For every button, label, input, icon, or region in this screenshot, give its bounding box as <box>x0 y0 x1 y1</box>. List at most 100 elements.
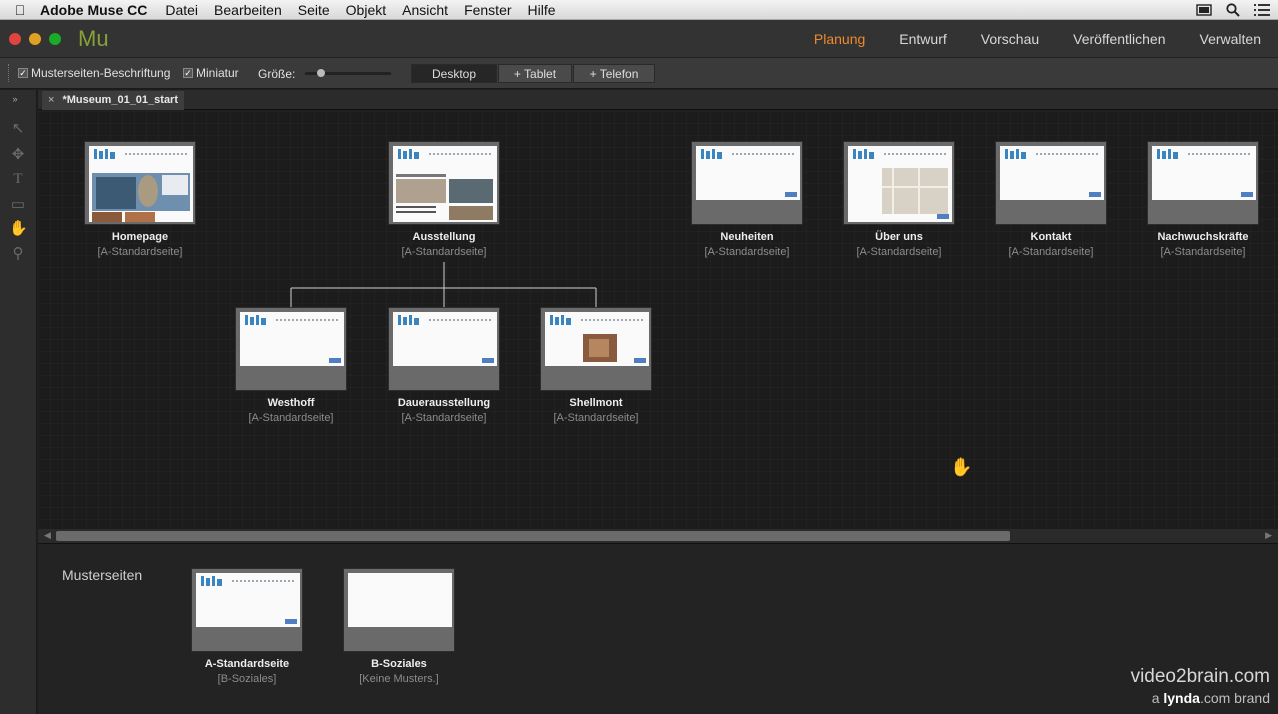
site-logo-icon <box>1155 149 1181 161</box>
text-tool-icon[interactable]: T <box>9 170 27 188</box>
page-card-shellmont[interactable]: Shellmont [A-Standardseite] <box>540 307 652 424</box>
zoom-tool-icon[interactable]: ⚲ <box>9 245 27 263</box>
zoom-window-button[interactable] <box>49 33 61 45</box>
site-logo-icon <box>199 576 225 588</box>
plan-canvas[interactable]: Homepage [A-Standardseite] Ausstellung [… <box>38 111 1278 529</box>
page-master: [A-Standardseite] <box>1160 246 1246 258</box>
tool-panel: » ↖ ✥ T ▭ ✋ ⚲ <box>0 90 37 714</box>
master-pages-title: Musterseiten <box>62 567 143 583</box>
page-thumbnail[interactable] <box>843 141 955 225</box>
crop-tool-icon[interactable]: ✥ <box>9 146 27 164</box>
mode-verwalten[interactable]: Verwalten <box>1183 20 1278 58</box>
page-thumbnail[interactable] <box>995 141 1107 225</box>
selection-tool-icon[interactable]: ↖ <box>9 120 27 138</box>
mode-veroeffentlichen[interactable]: Veröffentlichen <box>1056 20 1182 58</box>
thumbnail-preview <box>696 146 800 200</box>
page-name: Dauerausstellung <box>397 397 491 409</box>
hand-tool-icon[interactable]: ✋ <box>9 220 28 238</box>
nav-preview <box>429 319 491 321</box>
scroll-left-icon[interactable]: ◀ <box>44 530 51 541</box>
page-thumbnail[interactable] <box>1147 141 1259 225</box>
menu-seite[interactable]: Seite <box>298 2 330 18</box>
size-slider[interactable] <box>305 69 391 77</box>
nav-preview <box>581 319 643 321</box>
screen-mirror-icon[interactable] <box>1196 3 1212 17</box>
social-icons <box>285 619 297 624</box>
page-thumbnail[interactable] <box>691 141 803 225</box>
mode-entwurf[interactable]: Entwurf <box>882 20 963 58</box>
page-card-homepage[interactable]: Homepage [A-Standardseite] <box>84 141 196 258</box>
page-name: Homepage <box>111 231 169 243</box>
thumbnail-preview <box>393 146 497 222</box>
close-window-button[interactable] <box>9 33 21 45</box>
brand-watermark: video2brain.com <box>1130 666 1270 687</box>
menu-bearbeiten[interactable]: Bearbeiten <box>214 2 282 18</box>
page-name: Shellmont <box>569 397 623 409</box>
master-labels-checkbox[interactable]: ✓ Musterseiten-Beschriftung <box>18 66 170 80</box>
mode-planung[interactable]: Planung <box>797 20 882 58</box>
page-name: Westhoff <box>267 397 315 409</box>
master-card-b-soziales[interactable]: B-Soziales [Keine Musters.] <box>343 568 455 685</box>
master-card-a-standardseite[interactable]: A-Standardseite [B-Soziales] <box>191 568 303 685</box>
tab-add-phone[interactable]: + Telefon <box>573 64 655 83</box>
size-slider-handle[interactable] <box>317 69 325 77</box>
document-tab[interactable]: × *Museum_01_01_start <box>42 91 184 110</box>
master-parent: [B-Soziales] <box>217 673 277 685</box>
close-tab-icon[interactable]: × <box>48 94 54 106</box>
menu-ansicht[interactable]: Ansicht <box>402 2 448 18</box>
page-card-westhoff[interactable]: Westhoff [A-Standardseite] <box>235 307 347 424</box>
page-card-nachwuchskraefte[interactable]: Nachwuchskräfte [A-Standardseite] <box>1147 141 1259 258</box>
menu-bar:  Adobe Muse CC Datei Bearbeiten Seite O… <box>0 0 1278 20</box>
device-tabs: Desktop + Tablet + Telefon <box>411 64 656 83</box>
apple-icon[interactable]:  <box>0 2 40 18</box>
rectangle-tool-icon[interactable]: ▭ <box>9 196 27 214</box>
master-thumbnail[interactable] <box>191 568 303 652</box>
horizontal-scrollbar[interactable]: ◀ ▶ <box>38 529 1278 543</box>
page-card-ausstellung[interactable]: Ausstellung [A-Standardseite] <box>388 141 500 258</box>
minimize-window-button[interactable] <box>29 33 41 45</box>
site-logo-icon <box>1003 149 1029 161</box>
nav-preview <box>1188 153 1250 155</box>
workspace-modes: Planung Entwurf Vorschau Veröffentlichen… <box>797 20 1278 58</box>
page-master: [A-Standardseite] <box>401 246 487 258</box>
scrollbar-thumb[interactable] <box>56 531 1010 541</box>
nav-preview <box>232 580 294 582</box>
master-pages-panel: Musterseiten A-Standardseite [B-Soziales… <box>38 543 1278 714</box>
search-icon[interactable] <box>1226 3 1240 17</box>
page-thumbnail[interactable] <box>540 307 652 391</box>
image-preview <box>92 212 122 222</box>
page-name: Nachwuchskräfte <box>1157 231 1249 243</box>
menu-app-name[interactable]: Adobe Muse CC <box>40 2 147 18</box>
list-icon[interactable] <box>1254 3 1270 17</box>
master-thumbnail[interactable] <box>343 568 455 652</box>
thumbnail-preview <box>348 573 452 627</box>
brand-tagline: a lynda.com brand <box>1152 690 1270 706</box>
image-preview <box>449 179 493 203</box>
page-thumbnail[interactable] <box>84 141 196 225</box>
page-card-ueber-uns[interactable]: Über uns [A-Standardseite] <box>843 141 955 258</box>
thumbnails-checkbox[interactable]: ✓ Miniatur <box>183 66 239 80</box>
mode-vorschau[interactable]: Vorschau <box>964 20 1056 58</box>
page-thumbnail[interactable] <box>235 307 347 391</box>
page-thumbnail[interactable] <box>388 307 500 391</box>
menu-datei[interactable]: Datei <box>165 2 198 18</box>
menu-hilfe[interactable]: Hilfe <box>528 2 556 18</box>
thumbnail-preview <box>1152 146 1256 200</box>
page-name: Ausstellung <box>412 231 476 243</box>
social-icons <box>937 214 949 219</box>
page-thumbnail[interactable] <box>388 141 500 225</box>
social-icons <box>785 192 797 197</box>
checkmark-icon: ✓ <box>18 68 28 78</box>
page-card-dauerausstellung[interactable]: Dauerausstellung [A-Standardseite] <box>388 307 500 424</box>
document-tab-bar: × *Museum_01_01_start <box>38 90 1278 110</box>
panel-collapse-icon[interactable]: » <box>6 90 24 108</box>
menu-fenster[interactable]: Fenster <box>464 2 511 18</box>
page-card-kontakt[interactable]: Kontakt [A-Standardseite] <box>995 141 1107 258</box>
menu-objekt[interactable]: Objekt <box>346 2 386 18</box>
tab-desktop[interactable]: Desktop <box>411 64 497 83</box>
muse-logo: Mu <box>78 26 109 51</box>
page-card-neuheiten[interactable]: Neuheiten [A-Standardseite] <box>691 141 803 258</box>
toolbar-grip[interactable] <box>8 64 11 82</box>
scroll-right-icon[interactable]: ▶ <box>1265 530 1272 541</box>
tab-add-tablet[interactable]: + Tablet <box>498 64 572 83</box>
